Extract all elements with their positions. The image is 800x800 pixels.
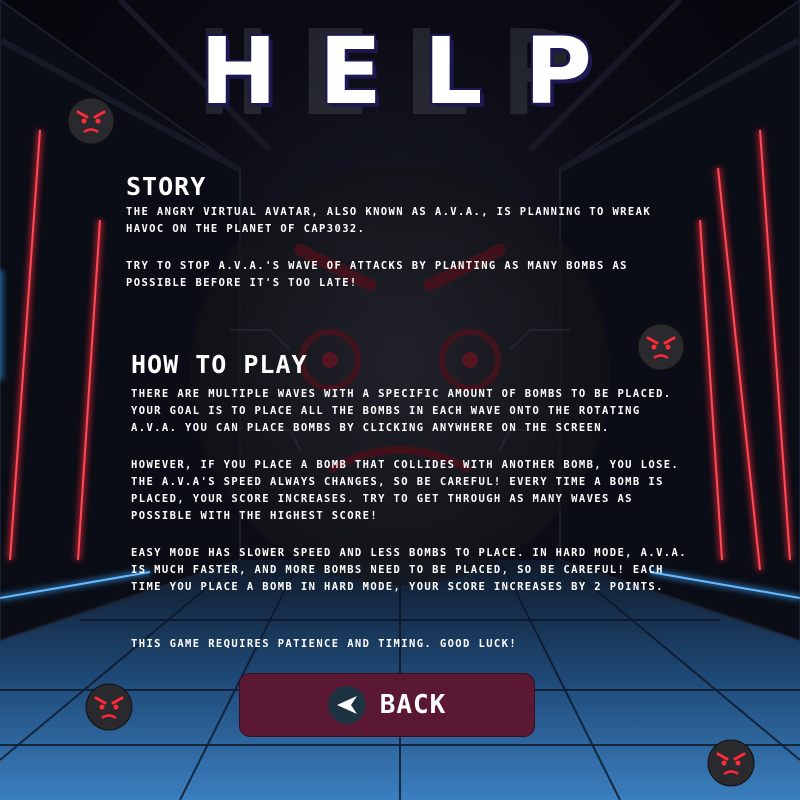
story-paragraph: The angry virtual avatar, also known as … [126,206,652,235]
how-to-play-paragraph: Easy mode has slower speed and less bomb… [131,547,687,593]
angry-face-icon [637,323,685,371]
angry-face-icon [85,683,133,731]
story-heading: STORY [126,172,207,201]
back-button-label: BACK [379,690,447,720]
page-title: HELP [200,18,634,125]
how-to-play-heading: HOW TO PLAY [131,350,308,379]
how-to-play-paragraph: This game requires patience and timing. … [131,638,518,650]
how-to-play-paragraph: There are multiple waves with a specific… [131,388,672,434]
arrow-left-icon [327,686,366,724]
how-to-play-paragraph: However, if you place a bomb that collid… [131,459,680,522]
angry-face-icon [707,739,755,787]
back-button[interactable]: BACK [240,674,534,736]
story-paragraph: Try to stop A.V.A.'s wave of attacks by … [126,260,628,289]
angry-face-icon [67,97,115,145]
help-screen: HELP HELP STORY The angry virtual avatar… [0,0,800,800]
